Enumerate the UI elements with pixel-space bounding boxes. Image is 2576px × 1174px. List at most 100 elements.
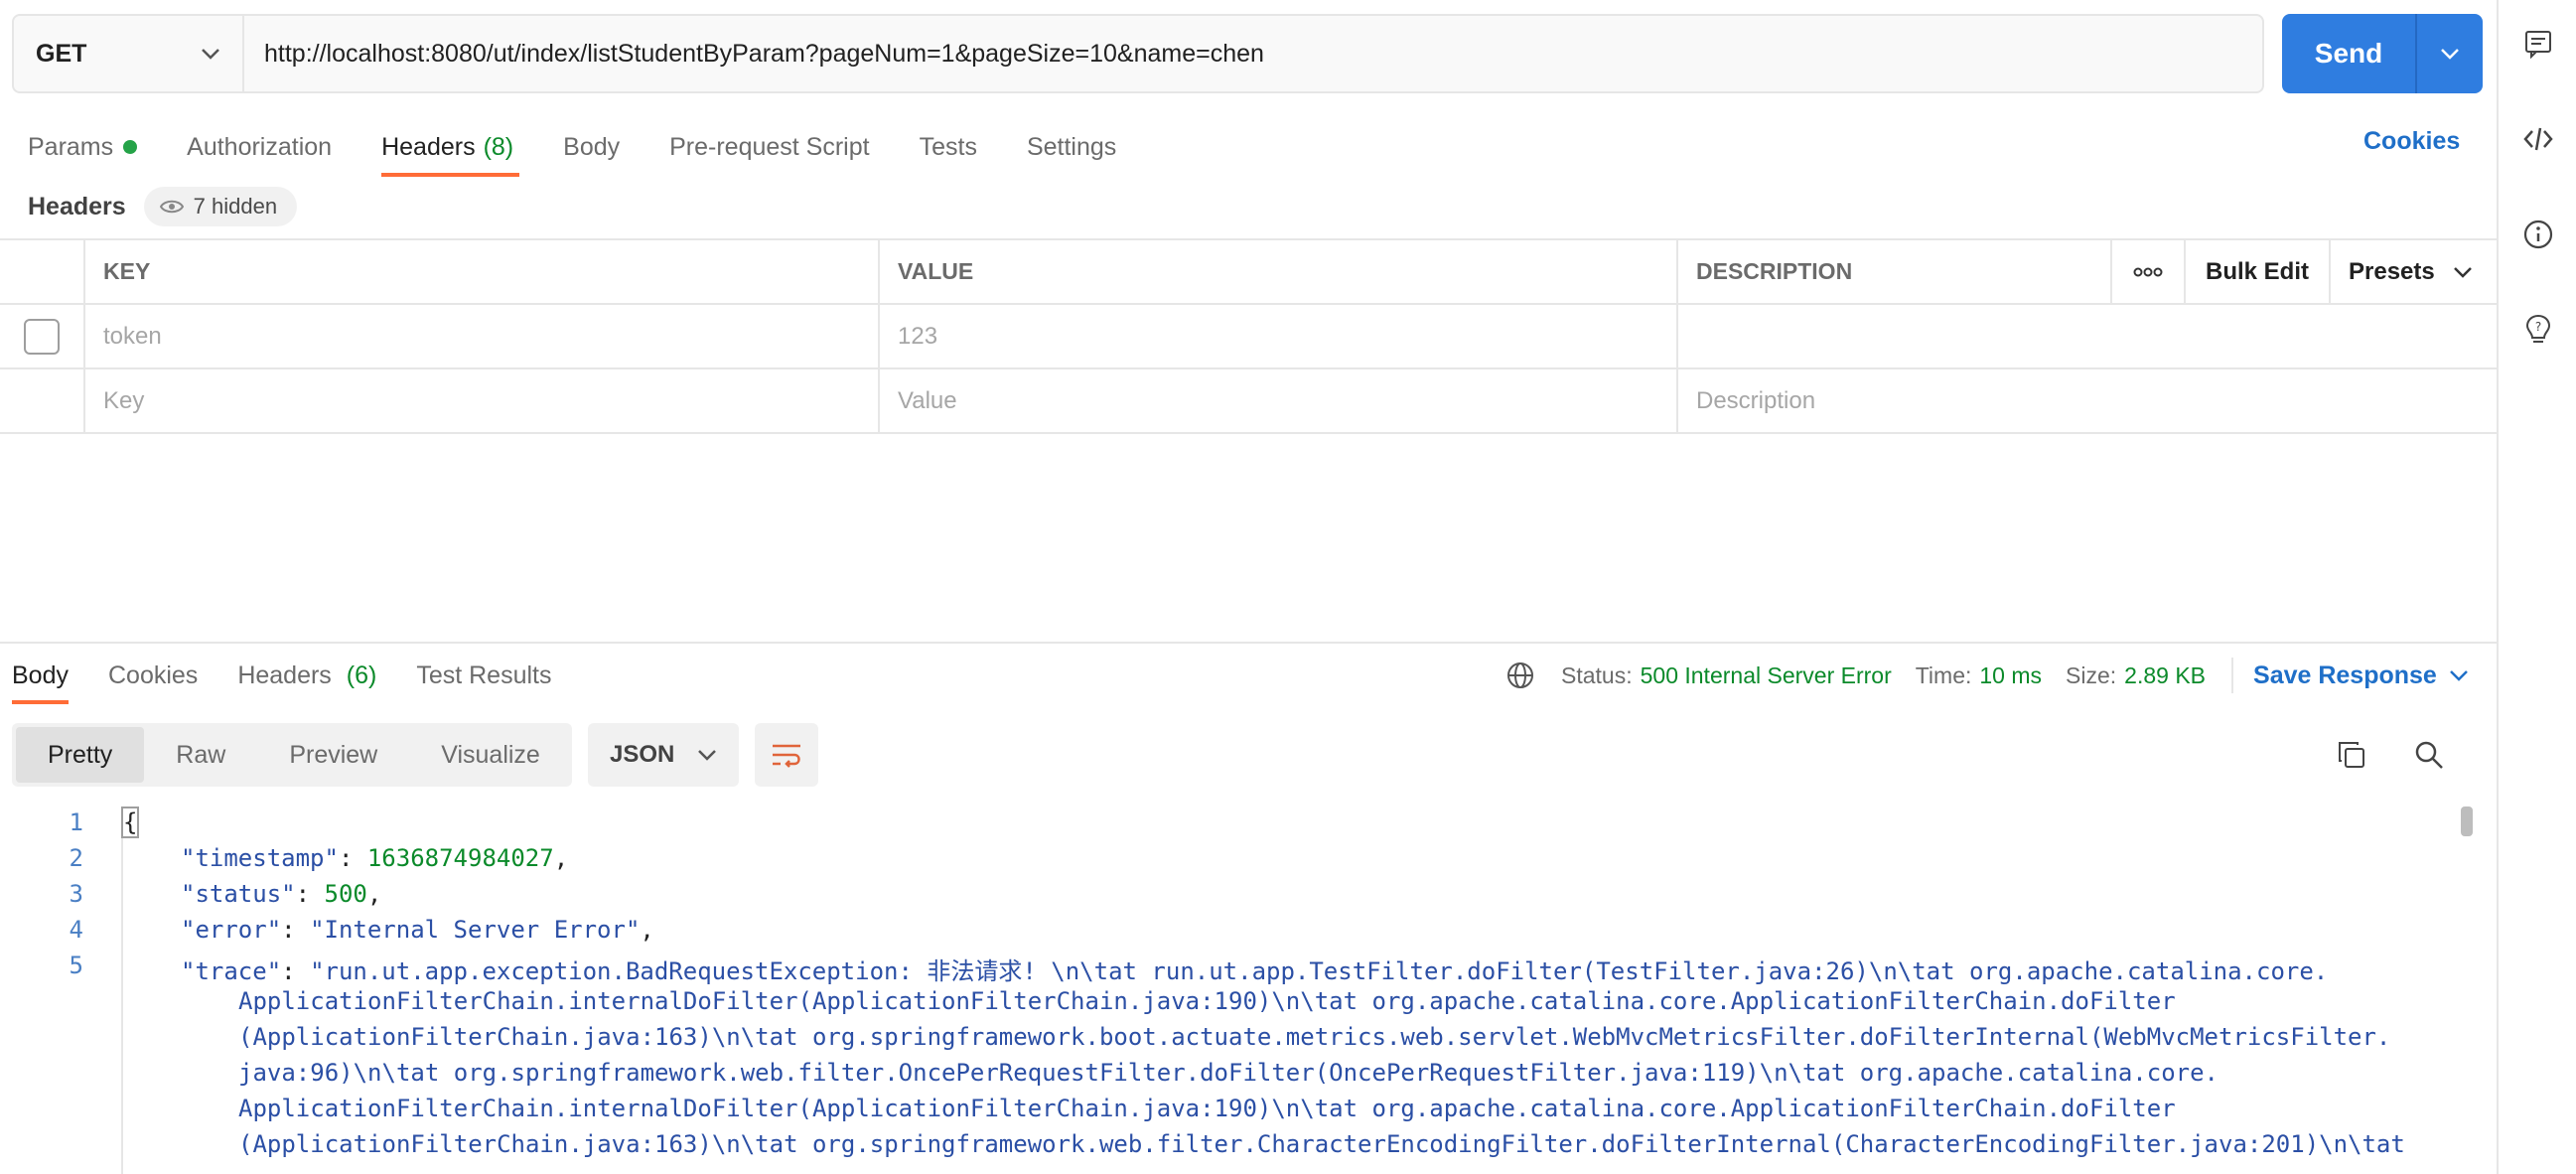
- size-label: Size:: [2066, 661, 2117, 688]
- response-divider: [0, 642, 2497, 644]
- format-dropdown[interactable]: JSON: [588, 723, 739, 787]
- tab-body[interactable]: Body: [563, 121, 620, 173]
- response-tab-test-results[interactable]: Test Results: [416, 661, 551, 690]
- row-checkbox-cell: [0, 305, 85, 367]
- row-checkbox[interactable]: [24, 318, 60, 355]
- bulk-edit-button[interactable]: Bulk Edit: [2186, 240, 2331, 303]
- tab-headers[interactable]: Headers (8): [381, 121, 520, 177]
- presets-label: Presets: [2349, 257, 2435, 285]
- code-line: ApplicationFilterChain.internalDoFilter(…: [238, 1095, 2176, 1122]
- eye-icon: [159, 200, 184, 214]
- tab-pre-request-script[interactable]: Pre-request Script: [669, 121, 869, 173]
- code-snippet-button[interactable]: [2520, 121, 2556, 157]
- line-number-gutter: 1 2 3 4 5: [0, 807, 123, 1174]
- response-body-code[interactable]: 1 2 3 4 5 { "timestamp": 1636874984027, …: [0, 807, 2497, 1174]
- url-input[interactable]: http://localhost:8080/ut/index/listStude…: [244, 16, 2262, 91]
- status-value[interactable]: 500 Internal Server Error: [1641, 662, 1892, 689]
- headers-table: KEY VALUE DESCRIPTION Bulk Edit Presets …: [0, 238, 2497, 434]
- comment-icon: [2525, 31, 2551, 59]
- tab-label: Params: [28, 132, 114, 161]
- code-icon: [2523, 127, 2553, 151]
- hidden-headers-toggle[interactable]: 7 hidden: [143, 187, 298, 226]
- json-number: 500: [324, 880, 367, 908]
- code-scrollbar[interactable]: [2461, 807, 2473, 836]
- line-number: 4: [69, 916, 83, 944]
- view-mode-preview[interactable]: Preview: [257, 727, 409, 783]
- svg-text:?: ?: [2535, 320, 2541, 334]
- globe-icon[interactable]: [1505, 660, 1535, 690]
- wrap-lines-button[interactable]: [755, 723, 818, 787]
- help-button[interactable]: ?: [2520, 312, 2556, 348]
- view-mode-visualize[interactable]: Visualize: [409, 727, 572, 783]
- tab-settings[interactable]: Settings: [1027, 121, 1116, 173]
- chevron-down-icon: [202, 49, 219, 60]
- response-tab-headers[interactable]: Headers (6): [237, 661, 376, 690]
- code-line: (ApplicationFilterChain.java:163)\n\tat …: [238, 1130, 2405, 1158]
- lightbulb-icon: ?: [2525, 314, 2551, 343]
- line-number: 3: [69, 880, 83, 908]
- header-description-field[interactable]: [1678, 305, 2497, 367]
- search-icon: [2415, 741, 2443, 769]
- save-response-label: Save Response: [2253, 660, 2437, 689]
- tab-label: Headers: [237, 660, 332, 689]
- view-mode-pretty[interactable]: Pretty: [16, 727, 145, 783]
- response-tab-cookies[interactable]: Cookies: [108, 661, 198, 690]
- chevron-down-icon: [698, 750, 716, 761]
- time-label: Time:: [1915, 661, 1972, 688]
- json-key: "timestamp": [181, 844, 339, 872]
- new-key-field[interactable]: Key: [85, 369, 880, 432]
- request-tabs: Params Authorization Headers (8) Body Pr…: [28, 121, 1166, 177]
- comments-button[interactable]: [2520, 26, 2556, 62]
- send-options-button[interactable]: [2417, 14, 2483, 93]
- send-button[interactable]: Send: [2282, 14, 2417, 93]
- code-line: "status": 500,: [181, 880, 382, 908]
- format-label: JSON: [610, 741, 675, 768]
- table-row-new: Key Value Description: [0, 369, 2497, 434]
- tab-authorization[interactable]: Authorization: [187, 121, 332, 173]
- headers-title: Headers: [28, 192, 126, 220]
- chevron-down-icon: [2441, 49, 2459, 60]
- tab-label: Test Results: [416, 660, 552, 689]
- column-header-value: VALUE: [880, 240, 1678, 303]
- presets-dropdown[interactable]: Presets: [2331, 240, 2497, 303]
- response-tab-body[interactable]: Body: [12, 661, 69, 704]
- more-options-button[interactable]: [2112, 240, 2186, 303]
- view-mode-raw[interactable]: Raw: [144, 727, 257, 783]
- code-line: "error": "Internal Server Error",: [181, 916, 654, 944]
- header-value-field[interactable]: 123: [880, 305, 1678, 367]
- json-number: 1636874984027: [366, 844, 554, 872]
- code-line: {: [120, 807, 140, 838]
- right-sidebar: ?: [2497, 0, 2576, 1174]
- code-line: (ApplicationFilterChain.java:163)\n\tat …: [238, 1023, 2391, 1051]
- search-button[interactable]: [2411, 737, 2447, 773]
- method-select[interactable]: GET: [14, 16, 244, 91]
- json-string: "Internal Server Error": [310, 916, 641, 944]
- cookies-link[interactable]: Cookies: [2363, 127, 2460, 156]
- time-value[interactable]: 10 ms: [1979, 662, 2042, 689]
- status-label: Status:: [1561, 661, 1633, 688]
- info-button[interactable]: [2520, 217, 2556, 252]
- tab-tests[interactable]: Tests: [920, 121, 977, 173]
- json-key: "trace": [181, 957, 282, 985]
- header-key-field[interactable]: token: [85, 305, 880, 367]
- new-description-field[interactable]: Description: [1678, 369, 2497, 432]
- size-value[interactable]: 2.89 KB: [2124, 662, 2206, 689]
- select-column-header: [0, 240, 85, 303]
- tab-label: Body: [563, 132, 621, 161]
- response-tabs: Body Cookies Headers (6) Test Results: [12, 656, 592, 704]
- new-value-field[interactable]: Value: [880, 369, 1678, 432]
- open-brace: {: [120, 807, 140, 838]
- code-line: "timestamp": 1636874984027,: [181, 844, 569, 872]
- column-header-key: KEY: [85, 240, 880, 303]
- save-response-button[interactable]: Save Response: [2253, 661, 2469, 690]
- more-horizontal-icon: [2133, 267, 2163, 276]
- json-string: "run.ut.app.exception.BadRequestExceptio…: [310, 957, 2329, 985]
- line-number: 1: [69, 808, 83, 836]
- request-url-bar: GET http://localhost:8080/ut/index/listS…: [12, 14, 2264, 93]
- table-row: token 123: [0, 305, 2497, 369]
- copy-button[interactable]: [2334, 737, 2369, 773]
- wrap-text-icon: [773, 744, 800, 768]
- json-key: "error": [181, 916, 282, 944]
- tab-params[interactable]: Params: [28, 121, 138, 173]
- column-header-description: DESCRIPTION: [1678, 240, 2112, 303]
